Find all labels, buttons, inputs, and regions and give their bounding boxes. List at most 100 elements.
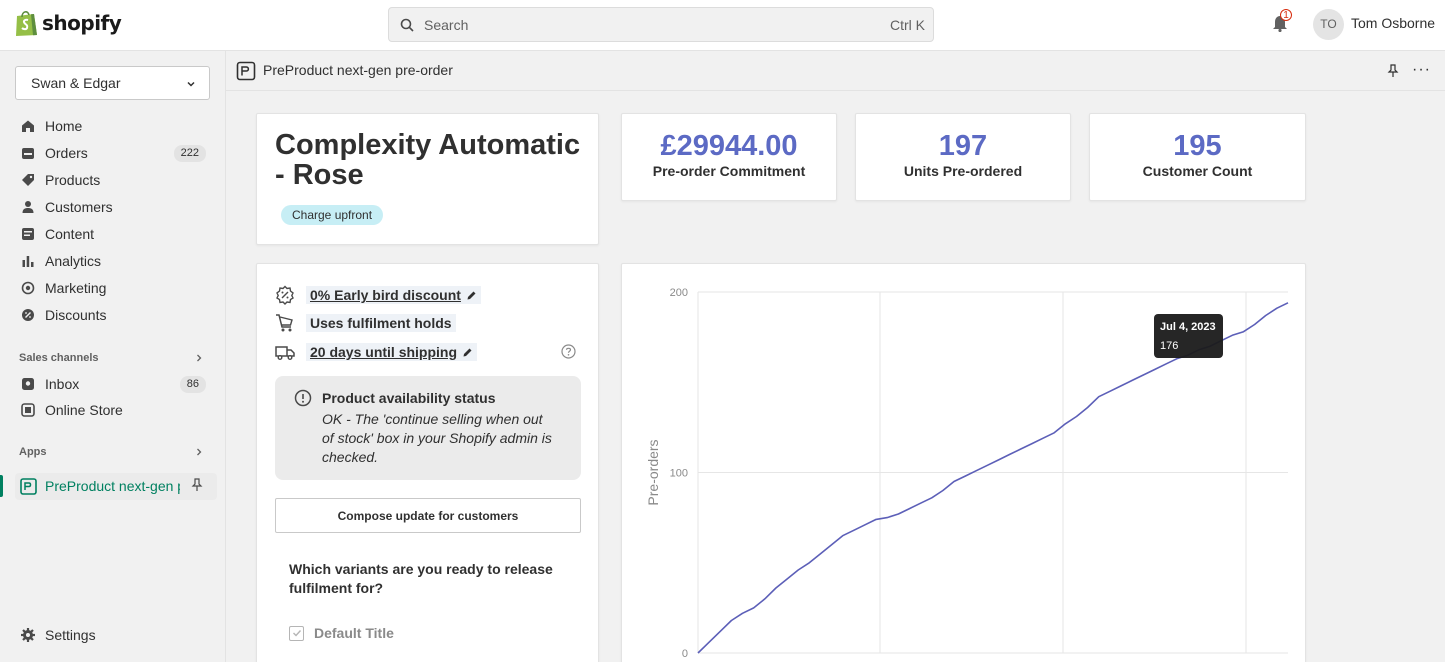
y-tick-label: 200 bbox=[670, 287, 688, 299]
stat-card-units: 197 Units Pre-ordered bbox=[855, 113, 1071, 201]
sidebar-item-customers[interactable]: Customers bbox=[20, 195, 206, 219]
search-icon bbox=[400, 18, 414, 32]
shopify-logo[interactable]: shopify bbox=[14, 9, 122, 37]
sidebar-item-preproduct[interactable]: PreProduct next-gen pre-order bbox=[15, 473, 217, 500]
discount-icon bbox=[20, 307, 36, 323]
settings-label: Settings bbox=[45, 627, 96, 643]
availability-heading: Product availability status bbox=[322, 390, 496, 406]
shipping-row[interactable]: 20 days until shipping bbox=[275, 342, 478, 362]
store-name: Swan & Edgar bbox=[31, 75, 121, 91]
availability-body: OK - The 'continue selling when out of s… bbox=[322, 411, 552, 465]
person-icon bbox=[20, 199, 36, 215]
user-name[interactable]: Tom Osborne bbox=[1351, 15, 1435, 31]
sidebar-item-settings[interactable]: Settings bbox=[20, 627, 96, 643]
stat-value: 195 bbox=[1173, 130, 1222, 162]
stat-value: £29944.00 bbox=[660, 130, 798, 162]
shipping-pill[interactable]: 20 days until shipping bbox=[306, 343, 478, 361]
store-icon bbox=[20, 402, 36, 418]
stat-label: Units Pre-ordered bbox=[903, 163, 1023, 179]
pencil-icon[interactable] bbox=[462, 347, 473, 358]
product-card: Complexity Automatic - Rose Charge upfro… bbox=[256, 113, 599, 245]
stat-card-customers: 195 Customer Count bbox=[1089, 113, 1306, 201]
sidebar-item-discounts[interactable]: Discounts bbox=[20, 303, 206, 327]
availability-banner: Product availability status OK - The 'co… bbox=[275, 376, 581, 480]
more-actions-button[interactable]: ··· bbox=[1412, 61, 1431, 79]
tooltip-date: Jul 4, 2023 bbox=[1160, 321, 1216, 333]
variant-item[interactable]: Default Title bbox=[289, 625, 394, 641]
avatar[interactable]: TO bbox=[1313, 9, 1344, 40]
sidebar-item-inbox[interactable]: Inbox 86 bbox=[20, 372, 206, 396]
y-tick-label: 100 bbox=[670, 468, 688, 480]
cart-hold-icon bbox=[275, 313, 295, 333]
checkmark-icon bbox=[292, 630, 301, 637]
discount-label: 0% Early bird discount bbox=[310, 287, 461, 303]
compose-update-button[interactable]: Compose update for customers bbox=[275, 498, 581, 533]
search-placeholder: Search bbox=[424, 17, 469, 33]
sidebar-item-analytics[interactable]: Analytics bbox=[20, 249, 206, 273]
stat-value: 197 bbox=[938, 130, 988, 162]
preproduct-app-icon bbox=[236, 61, 256, 81]
shopify-bag-icon bbox=[16, 11, 37, 36]
y-tick-label: 0 bbox=[682, 648, 688, 660]
sidebar-item-label: Online Store bbox=[45, 402, 123, 418]
sidebar-item-label: Discounts bbox=[45, 307, 107, 323]
chevron-down-icon bbox=[187, 81, 195, 87]
sidebar-item-label: Customers bbox=[45, 199, 113, 215]
stat-card-commitment: £29944.00 Pre-order Commitment bbox=[621, 113, 837, 201]
logo-text: shopify bbox=[42, 11, 122, 35]
sidebar-item-orders[interactable]: Orders 222 bbox=[20, 141, 206, 165]
preproduct-app-icon bbox=[20, 478, 37, 495]
search-bar[interactable]: Search Ctrl K bbox=[388, 7, 934, 42]
inbox-icon bbox=[20, 376, 36, 392]
y-axis-title: Pre-orders bbox=[645, 439, 661, 505]
pencil-icon[interactable] bbox=[466, 290, 477, 301]
sidebar-item-online-store[interactable]: Online Store bbox=[20, 398, 206, 422]
sidebar-item-content[interactable]: Content bbox=[20, 222, 206, 246]
info-icon bbox=[294, 389, 312, 407]
inbox-count-badge: 86 bbox=[179, 376, 206, 393]
gear-icon bbox=[21, 628, 35, 642]
sidebar-item-label: Content bbox=[45, 226, 95, 242]
sidebar: Swan & Edgar Home Orders 222 Products Cu… bbox=[0, 51, 226, 662]
sidebar-item-label: Orders bbox=[45, 145, 88, 161]
variant-checkbox[interactable] bbox=[289, 625, 304, 641]
app-header: PreProduct next-gen pre-order ··· bbox=[226, 51, 1445, 91]
bar-chart-icon bbox=[20, 253, 36, 269]
holds-pill: Uses fulfilment holds bbox=[306, 314, 456, 332]
orders-count-badge: 222 bbox=[173, 145, 206, 162]
pin-icon[interactable] bbox=[191, 478, 203, 492]
sidebar-item-home[interactable]: Home bbox=[20, 114, 206, 138]
fulfilment-holds-row: Uses fulfilment holds bbox=[275, 313, 456, 333]
product-title: Complexity Automatic - Rose bbox=[275, 129, 581, 191]
chevron-right-icon[interactable] bbox=[195, 354, 203, 362]
apps-label[interactable]: Apps bbox=[19, 446, 47, 458]
content-icon bbox=[20, 226, 36, 242]
sidebar-item-label: Marketing bbox=[45, 280, 107, 296]
home-icon bbox=[20, 118, 36, 134]
discount-badge-icon bbox=[275, 285, 295, 305]
pin-icon[interactable] bbox=[1387, 64, 1399, 78]
preorder-settings-card: 0% Early bird discount Uses fulfilment h… bbox=[256, 263, 599, 662]
sidebar-item-marketing[interactable]: Marketing bbox=[20, 276, 206, 300]
help-icon[interactable] bbox=[561, 344, 576, 359]
preorders-chart-card: 0 100 200 Pre-orders Jul 4, 2023 176 bbox=[621, 263, 1306, 662]
truck-icon bbox=[275, 342, 295, 362]
sidebar-item-label: Inbox bbox=[45, 376, 80, 392]
discount-pill[interactable]: 0% Early bird discount bbox=[306, 286, 481, 304]
sidebar-item-products[interactable]: Products bbox=[20, 168, 206, 192]
sidebar-item-label: Products bbox=[45, 172, 101, 188]
tag-icon bbox=[20, 172, 36, 188]
sidebar-item-label: PreProduct next-gen pre-order bbox=[45, 478, 180, 494]
top-bar: shopify Search Ctrl K 1 TO Tom Osborne bbox=[0, 0, 1445, 51]
charge-badge: Charge upfront bbox=[281, 205, 384, 225]
chevron-right-icon[interactable] bbox=[195, 448, 203, 456]
discount-row[interactable]: 0% Early bird discount bbox=[275, 285, 481, 305]
variants-question: Which variants are you ready to release … bbox=[289, 561, 553, 596]
store-selector[interactable]: Swan & Edgar bbox=[15, 66, 210, 100]
stat-label: Customer Count bbox=[1142, 163, 1253, 179]
orders-icon bbox=[20, 145, 36, 161]
variant-label: Default Title bbox=[314, 625, 394, 641]
shipping-label: 20 days until shipping bbox=[310, 344, 458, 360]
sales-channels-label[interactable]: Sales channels bbox=[19, 352, 99, 364]
sidebar-item-label: Home bbox=[45, 118, 83, 134]
